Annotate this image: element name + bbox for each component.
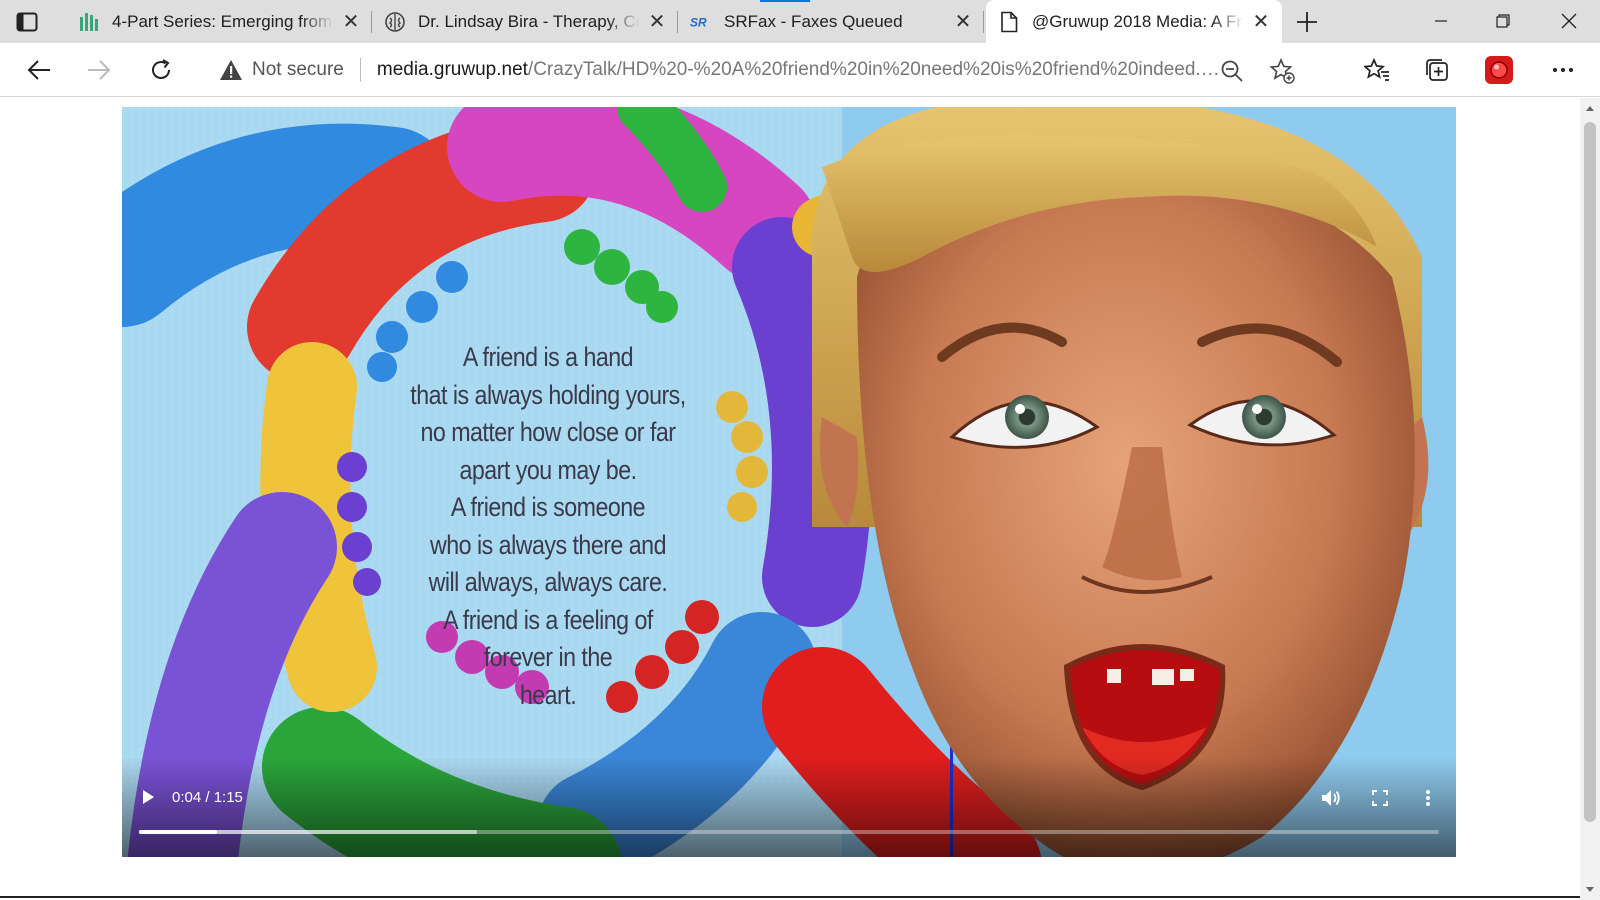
more-vert-icon[interactable] bbox=[1415, 785, 1441, 811]
collections-icon[interactable] bbox=[1422, 55, 1452, 85]
quote-line: heart. bbox=[519, 679, 577, 710]
zoom-out-icon[interactable] bbox=[1218, 57, 1246, 85]
url-text[interactable]: media.gruwup.net/CrazyTalk/HD%20-%20A%20… bbox=[377, 59, 1227, 81]
more-menu-icon[interactable] bbox=[1548, 55, 1578, 85]
quote-line: that is always holding yours, bbox=[410, 379, 686, 410]
new-tab-icon[interactable] bbox=[1292, 7, 1322, 37]
video-time: 0:04 / 1:15 bbox=[172, 789, 243, 806]
tab-title: Dr. Lindsay Bira - Therapy, Coaching bbox=[418, 11, 640, 31]
tab-gruwup-media[interactable]: @Gruwup 2018 Media: A Friend in Need ✕ bbox=[986, 0, 1282, 43]
fullscreen-icon[interactable] bbox=[1367, 785, 1393, 811]
favorites-icon[interactable] bbox=[1362, 55, 1392, 85]
svg-text:SR: SR bbox=[690, 15, 707, 28]
video-player[interactable]: A friend is a hand that is always holdin… bbox=[122, 107, 1456, 857]
forward-arrow-icon[interactable] bbox=[82, 53, 116, 87]
quote-line: no matter how close or far bbox=[420, 417, 676, 447]
page-bottom-rule bbox=[0, 896, 1580, 898]
address-bar[interactable]: Not secure media.gruwup.net/CrazyTalk/HD… bbox=[200, 50, 1334, 90]
video-frame-art bbox=[122, 107, 1456, 857]
quote-line: apart you may be. bbox=[459, 454, 637, 485]
brain-icon bbox=[384, 11, 406, 33]
quote-line: forever in the bbox=[483, 642, 613, 672]
quote-line: who is always there and bbox=[430, 529, 666, 560]
profile-extension-icon[interactable] bbox=[1484, 55, 1514, 85]
close-icon[interactable]: ✕ bbox=[1250, 11, 1272, 33]
tab-title: @Gruwup 2018 Media: A Friend in Need bbox=[1032, 11, 1244, 31]
close-icon[interactable]: ✕ bbox=[952, 11, 974, 33]
seek-bar[interactable] bbox=[139, 830, 1439, 834]
browser-toolbar: Not secure media.gruwup.net/CrazyTalk/HD… bbox=[0, 43, 1600, 97]
refresh-icon[interactable] bbox=[144, 53, 178, 87]
quote-line: A friend is a feeling of bbox=[443, 604, 653, 635]
srfax-logo-icon: SR bbox=[690, 11, 712, 33]
quote-line: A friend is someone bbox=[450, 492, 646, 522]
friendship-quote: A friend is a hand that is always holdin… bbox=[385, 339, 712, 714]
close-icon[interactable]: ✕ bbox=[340, 11, 362, 33]
close-icon[interactable]: ✕ bbox=[646, 11, 668, 33]
scroll-up-arrow-icon[interactable] bbox=[1584, 102, 1596, 114]
tab-strip: 4-Part Series: Emerging from Crisis ✕ Dr… bbox=[0, 0, 1600, 43]
url-path: /CrazyTalk/HD%20-%20A%20friend%20in%20ne… bbox=[527, 59, 1227, 80]
tab-loading-indicator bbox=[760, 0, 810, 2]
url-host: media.gruwup.net bbox=[376, 59, 528, 80]
scroll-down-arrow-icon[interactable] bbox=[1584, 884, 1596, 896]
security-label[interactable]: Not secure bbox=[252, 59, 344, 81]
tab-srfax[interactable]: SR SRFax - Faxes Queued ✕ bbox=[678, 0, 984, 43]
play-icon[interactable] bbox=[136, 785, 160, 809]
restore-icon[interactable] bbox=[1480, 4, 1526, 38]
page-icon bbox=[998, 11, 1020, 33]
wave-bars-icon bbox=[78, 11, 100, 33]
tab-actions-icon[interactable] bbox=[14, 9, 40, 35]
video-controls-overlay bbox=[122, 757, 1456, 857]
volume-icon[interactable] bbox=[1318, 785, 1344, 811]
back-arrow-icon[interactable] bbox=[22, 53, 56, 87]
quote-line: A friend is a hand bbox=[462, 342, 634, 372]
warning-icon[interactable] bbox=[218, 57, 244, 83]
page-viewport: A friend is a hand that is always holdin… bbox=[0, 98, 1580, 900]
tab-emerging-from-crisis[interactable]: 4-Part Series: Emerging from Crisis ✕ bbox=[66, 0, 372, 43]
seek-played bbox=[139, 830, 217, 834]
add-favorite-icon[interactable] bbox=[1268, 57, 1296, 85]
tab-title: 4-Part Series: Emerging from Crisis bbox=[112, 11, 334, 31]
vertical-scrollbar[interactable] bbox=[1580, 98, 1600, 900]
tab-lindsay-bira[interactable]: Dr. Lindsay Bira - Therapy, Coaching ✕ bbox=[372, 0, 678, 43]
scroll-thumb[interactable] bbox=[1584, 122, 1596, 822]
tab-title: SRFax - Faxes Queued bbox=[724, 11, 903, 31]
quote-line: will always, always care. bbox=[428, 567, 668, 597]
minimize-icon[interactable] bbox=[1418, 4, 1464, 38]
address-divider bbox=[359, 58, 361, 82]
window-close-icon[interactable] bbox=[1546, 4, 1592, 38]
